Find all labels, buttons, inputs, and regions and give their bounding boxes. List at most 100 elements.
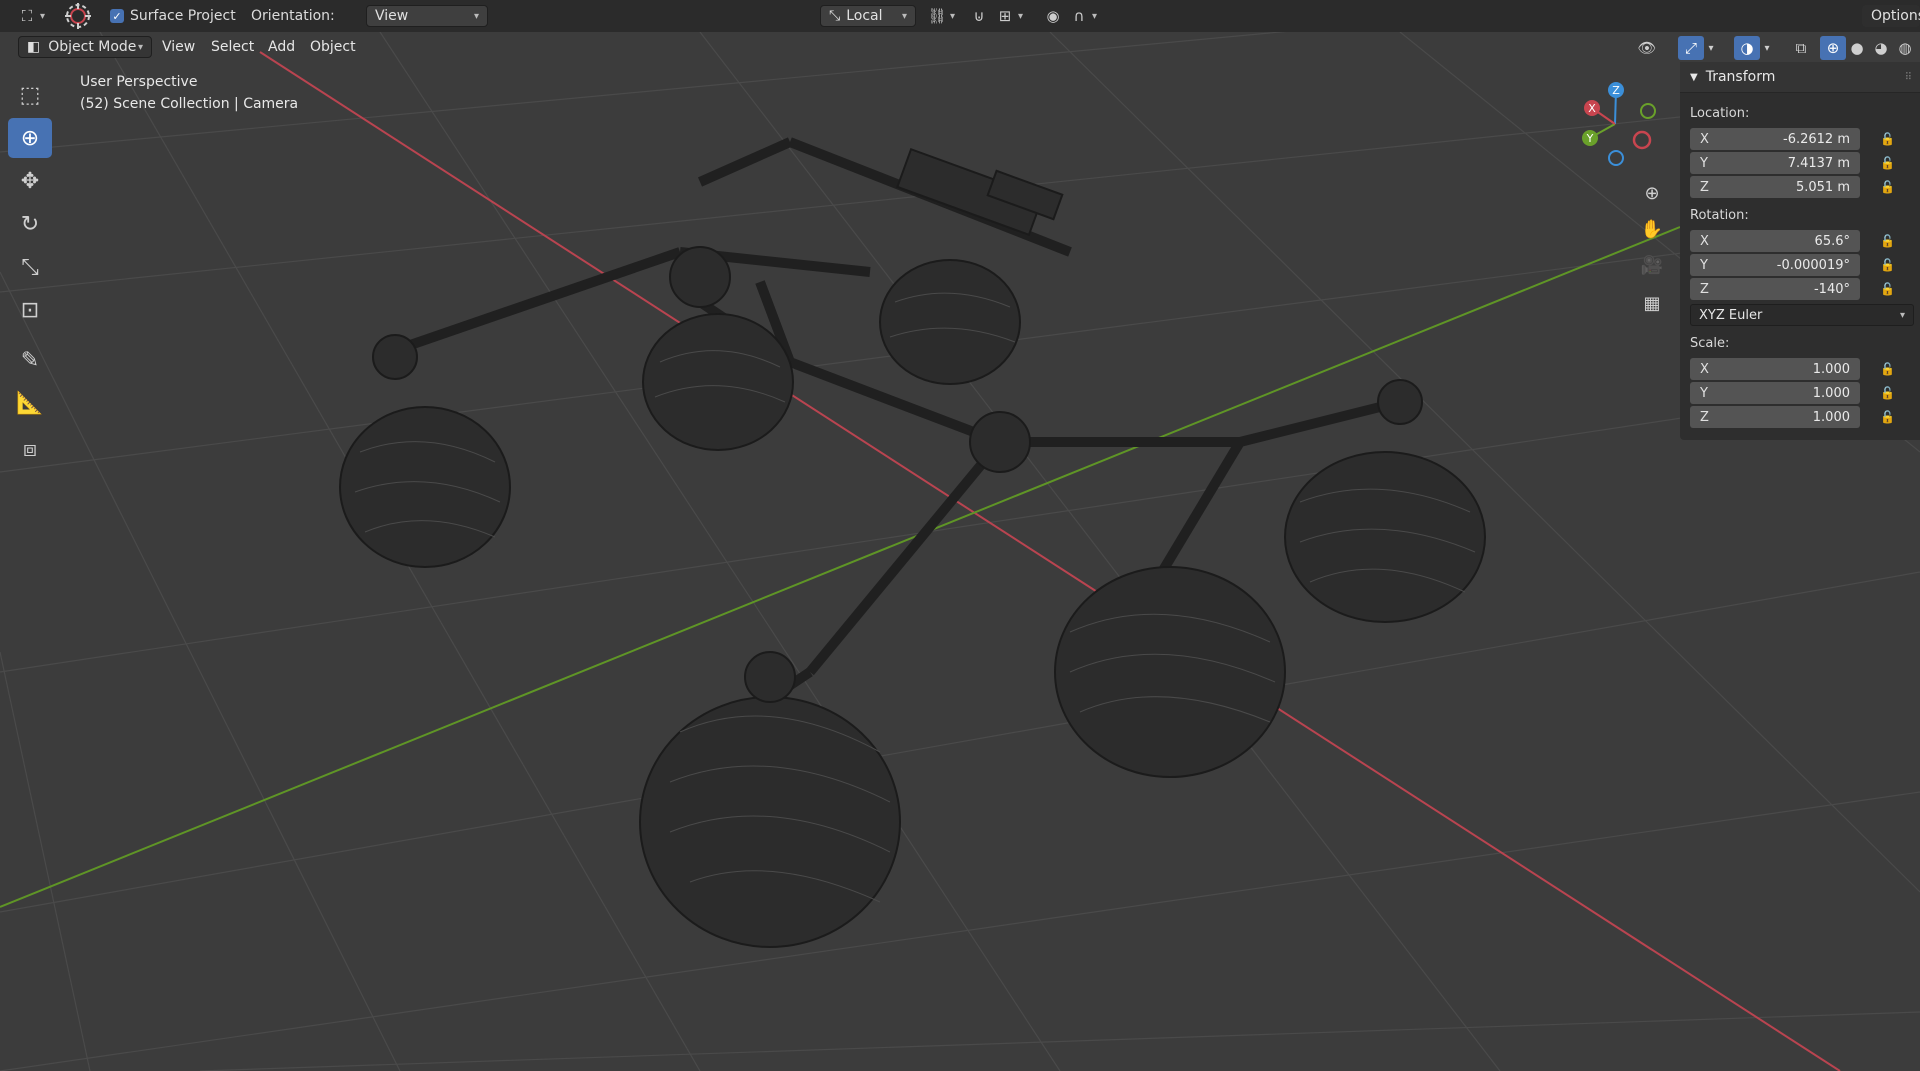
transform-pivot-dropdown[interactable]: ⤡ Local ▾	[820, 0, 916, 32]
mode-dropdown[interactable]: ◧ Object Mode ▾	[12, 36, 158, 58]
menu-add[interactable]: Add	[262, 36, 301, 58]
lock-icon[interactable]: 🔓	[1880, 254, 1896, 276]
orientation-dropdown[interactable]: View ▾	[366, 0, 488, 32]
rotate-tool[interactable]: ↻	[8, 204, 52, 244]
checkbox-checked-icon: ✓	[110, 9, 124, 23]
lock-icon[interactable]: 🔓	[1880, 406, 1896, 428]
z-axis-label: Z	[1612, 84, 1620, 97]
chevron-down-icon: ▾	[950, 10, 956, 22]
cursor-icon: ⊕	[20, 125, 40, 151]
lock-icon[interactable]: 🔓	[1880, 382, 1896, 404]
neg-y-axis-handle[interactable]	[1640, 103, 1656, 119]
lock-icon[interactable]: 🔓	[1880, 278, 1896, 300]
snap-toggle-button[interactable]: ⊍	[966, 0, 992, 32]
select-box-tool[interactable]: ⬚	[8, 75, 52, 115]
eye-icon: 👁	[1637, 39, 1657, 57]
wheel-mesh	[354, 292, 1476, 903]
drag-handle-icon[interactable]: ⠿	[1905, 72, 1912, 83]
menu-select[interactable]: Select	[205, 36, 260, 58]
rotation-z-field[interactable]: Z -140°	[1690, 278, 1860, 300]
rover-wireframe	[339, 137, 1486, 948]
cursor-icon	[65, 3, 91, 29]
y-axis-label: Y	[1586, 132, 1594, 145]
lock-icon[interactable]: 🔓	[1880, 358, 1896, 380]
perspective-toggle-button[interactable]: ▦	[1637, 288, 1667, 318]
editor-type-button[interactable]: ⛶ ▾	[14, 0, 45, 32]
xray-toggle-button[interactable]: ⧉	[1788, 36, 1814, 60]
measure-ruler-icon: 📐	[16, 390, 44, 416]
scale-y-field[interactable]: Y 1.000	[1690, 382, 1860, 404]
pan-button[interactable]: ✋	[1637, 214, 1667, 244]
tool-settings-bar: ⛶ ▾ ✓ Surface Project Orientation: View …	[0, 0, 1920, 32]
neg-z-axis-handle[interactable]	[1608, 150, 1624, 166]
surface-project-label: Surface Project	[130, 8, 236, 24]
scale-x-field[interactable]: X 1.000	[1690, 358, 1860, 380]
location-y-field[interactable]: Y 7.4137 m	[1690, 152, 1860, 174]
options-label: Options	[1871, 8, 1920, 24]
measure-tool[interactable]: 📐	[8, 383, 52, 423]
chevron-down-icon: ▾	[40, 10, 46, 22]
shading-rendered-button[interactable]: ◍	[1892, 36, 1918, 60]
scale-tool[interactable]: ⤡	[8, 247, 52, 287]
rotation-mode-dropdown[interactable]: XYZ Euler ▾	[1690, 304, 1914, 326]
lock-icon[interactable]: 🔓	[1880, 176, 1896, 198]
shading-material-button[interactable]: ◕	[1868, 36, 1894, 60]
falloff-curve-icon: ∩	[1073, 7, 1085, 25]
neg-x-axis-handle[interactable]	[1632, 130, 1652, 150]
solid-shading-icon: ●	[1850, 39, 1864, 57]
x-axis-label: X	[1588, 102, 1596, 115]
cursor-tool[interactable]: ⊕	[8, 118, 52, 158]
perspective-label: User Perspective	[80, 74, 198, 90]
grid-icon: ▦	[1643, 292, 1661, 314]
chevron-down-icon: ▾	[1899, 309, 1905, 321]
gizmo-dropdown[interactable]: ▾	[1704, 36, 1718, 60]
orientation-label: Orientation:	[251, 8, 335, 24]
pivot-value: Local	[846, 8, 883, 24]
shading-solid-button[interactable]: ●	[1844, 36, 1870, 60]
proportional-falloff-dropdown[interactable]: ∩ ▾	[1066, 0, 1098, 32]
3d-viewport[interactable]	[0, 32, 1920, 1071]
hand-icon: ✋	[1640, 218, 1664, 240]
chevron-down-icon: ▾	[1018, 10, 1024, 22]
surface-project-toggle[interactable]: ✓ Surface Project	[110, 0, 236, 32]
transform-tool[interactable]: ⊡	[8, 290, 52, 330]
object-mode-icon: ◧	[27, 39, 41, 55]
move-tool[interactable]: ✥	[8, 161, 52, 201]
scale-z-field[interactable]: Z 1.000	[1690, 406, 1860, 428]
camera-icon: 🎥	[1640, 254, 1664, 276]
scale-icon: ⤡	[21, 254, 39, 280]
proportional-editing-button[interactable]: ◉	[1040, 0, 1066, 32]
location-x-field[interactable]: X -6.2612 m	[1690, 128, 1860, 150]
zoom-button[interactable]: ⊕	[1637, 178, 1667, 208]
options-button[interactable]: Options	[1862, 0, 1920, 32]
location-z-field[interactable]: Z 5.051 m	[1690, 176, 1860, 198]
rotation-x-field[interactable]: X 65.6°	[1690, 230, 1860, 252]
snap-target-button[interactable]: ⛓ ▾	[924, 0, 955, 32]
proportional-edit-icon: ◉	[1046, 7, 1060, 25]
navigation-gizmo[interactable]: Z Y X	[1570, 76, 1670, 176]
chevron-down-icon: ▾	[901, 10, 907, 22]
annotate-tool[interactable]: ✎	[8, 340, 52, 380]
add-cube-tool[interactable]: ⧈	[8, 429, 52, 469]
show-overlays-button[interactable]: ◑	[1734, 36, 1760, 60]
chevron-down-icon: ▼	[1690, 71, 1698, 83]
snap-element-dropdown[interactable]: ⊞ ▾	[992, 0, 1023, 32]
viewport-scene	[0, 32, 1920, 1071]
menu-object[interactable]: Object	[304, 36, 362, 58]
select-box-icon: ⬚	[19, 82, 41, 108]
transform-header[interactable]: ▼ Transform ⠿	[1680, 62, 1920, 93]
lock-icon[interactable]: 🔓	[1880, 152, 1896, 174]
shading-wireframe-button[interactable]: ⊕	[1820, 36, 1846, 60]
overlays-dropdown[interactable]: ▾	[1760, 36, 1774, 60]
visibility-button[interactable]: 👁	[1634, 36, 1660, 60]
menu-view[interactable]: View	[156, 36, 201, 58]
lock-icon[interactable]: 🔓	[1880, 128, 1896, 150]
magnet-icon: ⊍	[973, 7, 985, 25]
rotation-y-field[interactable]: Y -0.000019°	[1690, 254, 1860, 276]
lock-icon[interactable]: 🔓	[1880, 230, 1896, 252]
camera-view-button[interactable]: 🎥	[1637, 250, 1667, 280]
snap-link-icon: ⛓	[927, 7, 947, 25]
cursor-tool-button[interactable]	[62, 0, 94, 32]
annotate-pencil-icon: ✎	[20, 347, 40, 373]
show-gizmo-button[interactable]: ⤢	[1678, 36, 1704, 60]
